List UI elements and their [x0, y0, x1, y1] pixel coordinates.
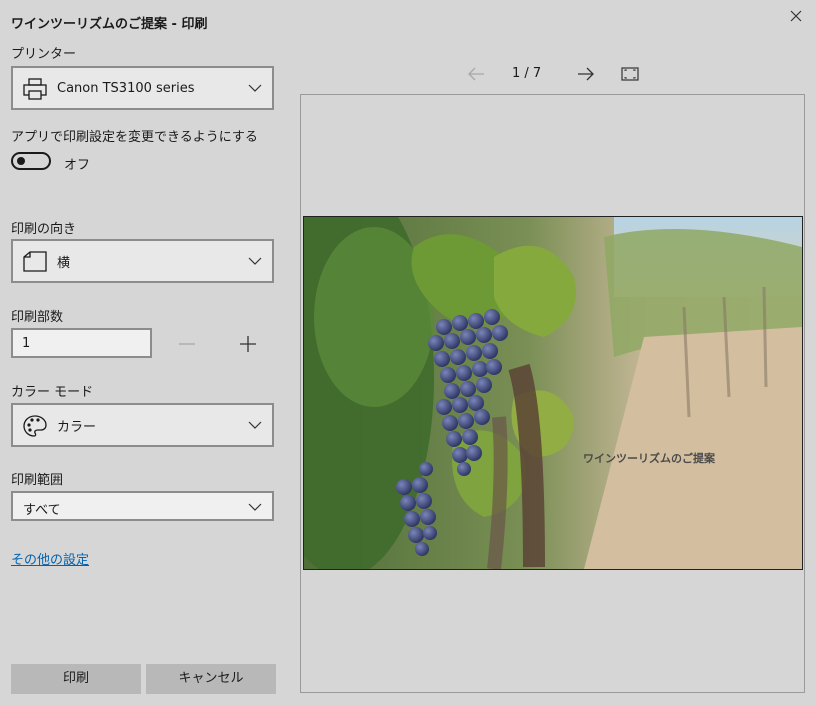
fit-page-icon[interactable] [621, 64, 639, 84]
close-icon[interactable] [788, 8, 804, 24]
dialog-title: ワインツーリズムのご提案 - 印刷 [11, 17, 208, 32]
page-indicator: 1 / 7 [512, 66, 542, 81]
printer-value: Canon TS3100 series [57, 81, 195, 96]
previous-page-icon[interactable] [466, 64, 486, 84]
page-landscape-icon [23, 251, 47, 272]
print-button[interactable]: 印刷 [11, 664, 141, 694]
minus-icon[interactable] [176, 333, 198, 355]
orientation-value: 横 [57, 256, 71, 271]
vineyard-photo [304, 217, 802, 569]
cancel-button[interactable]: キャンセル [146, 664, 276, 694]
palette-icon [23, 415, 47, 437]
color-mode-value: カラー [57, 420, 97, 435]
plus-icon[interactable] [237, 333, 259, 355]
color-mode-dropdown[interactable]: カラー [11, 403, 274, 447]
next-page-icon[interactable] [576, 64, 596, 84]
orientation-label: 印刷の向き [11, 222, 77, 237]
chevron-down-icon [248, 503, 262, 511]
printer-label: プリンター [11, 47, 77, 62]
slide-title-text: ワインツーリズムのご提案 [583, 452, 715, 465]
print-range-label: 印刷範囲 [11, 473, 64, 488]
print-range-dropdown[interactable]: すべて [11, 491, 274, 521]
printer-icon [23, 78, 47, 100]
chevron-down-icon [248, 257, 262, 265]
print-range-value: すべて [23, 503, 61, 518]
color-mode-label: カラー モード [11, 385, 94, 400]
more-settings-link[interactable]: その他の設定 [11, 549, 89, 568]
app-settings-label: アプリで印刷設定を変更できるようにする [11, 130, 258, 145]
printer-dropdown[interactable]: Canon TS3100 series [11, 66, 274, 110]
orientation-dropdown[interactable]: 横 [11, 239, 274, 283]
toggle-knob [17, 157, 25, 165]
toggle-state-label: オフ [64, 158, 91, 173]
copies-input[interactable]: 1 [11, 328, 152, 358]
preview-page-image [303, 216, 803, 570]
chevron-down-icon [248, 84, 262, 92]
chevron-down-icon [248, 421, 262, 429]
copies-label: 印刷部数 [11, 310, 64, 325]
app-settings-toggle[interactable] [11, 152, 51, 170]
